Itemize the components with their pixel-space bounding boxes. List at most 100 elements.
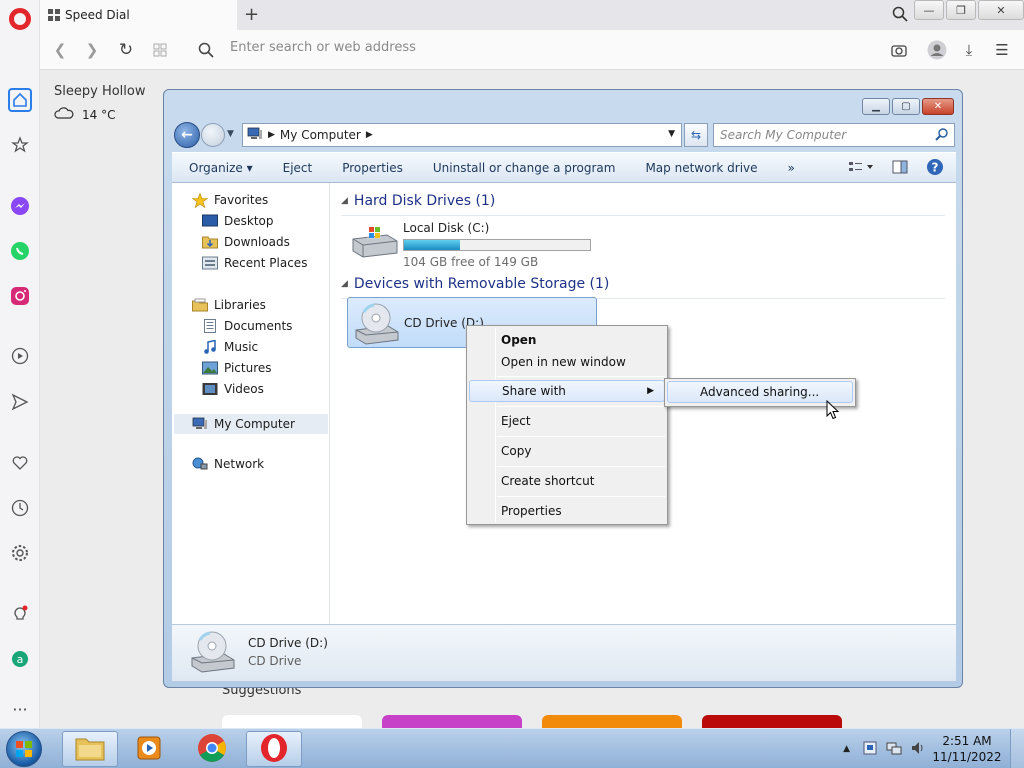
snapshot-camera-icon[interactable] [889,40,909,60]
browser-minimize-button[interactable]: — [914,0,944,20]
menu-eject[interactable]: Eject [469,410,665,432]
suggestion-tile[interactable] [382,715,522,728]
breadcrumb-my-computer[interactable]: My Computer [280,128,361,142]
address-bar: ❮ ❯ ↻ Enter search or web address ⤓ ☰ [40,30,1024,70]
breadcrumb-arrow-icon[interactable]: ▶ [366,130,373,140]
volume-icon[interactable] [910,740,926,759]
svg-text:?: ? [932,161,939,175]
path-breadcrumb[interactable]: ▶ My Computer ▶ ▼ [242,123,682,147]
help-icon[interactable]: ? [926,158,944,179]
address-input[interactable]: Enter search or web address [230,40,416,55]
nav-videos[interactable]: Videos [202,382,264,396]
taskbar-explorer[interactable] [62,731,118,767]
explorer-search-input[interactable]: Search My Computer [713,123,955,147]
uninstall-program-button[interactable]: Uninstall or change a program [433,161,616,175]
cd-drive-large-icon [186,630,238,677]
mouse-cursor-icon [826,399,840,423]
change-view-icon[interactable] [848,160,874,177]
opera-logo-icon[interactable] [9,8,31,30]
action-center-flag-icon[interactable] [862,740,878,759]
reload-icon[interactable]: ↻ [116,40,136,60]
nav-recent-places[interactable]: Recent Places [202,256,307,270]
nav-desktop[interactable]: Desktop [202,214,274,228]
nav-music[interactable]: Music [202,339,258,354]
show-hidden-icons-button[interactable]: ▲ [843,744,850,754]
taskbar-chrome[interactable] [184,731,240,767]
star-icon [191,192,209,209]
back-icon[interactable]: ❮ [50,40,70,60]
new-tab-button[interactable]: + [244,4,259,25]
profile-avatar-icon[interactable] [927,40,947,60]
menu-properties[interactable]: Properties [469,500,665,522]
tips-lightbulb-icon[interactable] [9,603,31,625]
nav-favorites[interactable]: Favorites [191,192,268,209]
nav-my-computer[interactable]: My Computer [174,414,328,434]
home-icon[interactable] [8,88,32,112]
heart-icon[interactable] [9,452,31,474]
properties-button[interactable]: Properties [342,161,403,175]
nav-documents[interactable]: Documents [202,319,292,333]
taskbar-clock[interactable]: 2:51 AM 11/11/2022 [932,733,1002,765]
path-dropdown-icon[interactable]: ▼ [668,129,675,139]
menu-open[interactable]: Open [469,329,665,351]
tab-search-icon[interactable] [892,6,908,25]
refresh-button[interactable]: ⇆ [684,123,708,147]
clock-date: 11/11/2022 [932,750,1002,764]
nav-libraries[interactable]: Libraries [192,298,266,312]
more-icon[interactable]: ··· [9,698,31,720]
browser-restore-button[interactable]: ❐ [946,0,976,20]
show-desktop-button[interactable] [1010,729,1024,768]
recent-pages-dropdown-icon[interactable]: ▼ [227,129,234,139]
downloads-icon[interactable]: ⤓ [959,40,979,60]
settings-icon[interactable] [9,542,31,564]
taskbar: ▲ 2:51 AM 11/11/2022 [0,728,1024,768]
nav-downloads[interactable]: Downloads [202,235,290,249]
explorer-forward-button[interactable] [201,123,225,147]
more-commands-button[interactable]: » [788,161,795,175]
explorer-minimize-button[interactable]: ▁ [862,98,890,115]
recent-places-icon [202,256,218,270]
organize-button[interactable]: Organize ▾ [189,161,253,175]
tab-speed-dial[interactable]: Speed Dial [40,0,237,30]
menu-copy[interactable]: Copy [469,440,665,462]
network-tray-icon[interactable] [886,740,902,759]
history-icon[interactable] [9,497,31,519]
explorer-maximize-button[interactable]: ▢ [892,98,920,115]
nav-pictures[interactable]: Pictures [202,361,272,375]
breadcrumb-arrow-icon: ▶ [268,130,275,140]
suggestion-tile[interactable] [222,715,362,728]
computer-icon [247,127,263,144]
group-removable-storage[interactable]: ◢ Devices with Removable Storage (1) [341,276,945,299]
forward-icon[interactable]: ❯ [82,40,102,60]
browser-close-button[interactable]: ✕ [978,0,1024,20]
tabs-grid-icon[interactable] [150,40,170,60]
explorer-close-button[interactable]: ✕ [922,98,954,115]
weather-city: Sleepy Hollow [54,84,146,99]
nav-network[interactable]: Network [192,457,264,471]
player-icon[interactable] [9,345,31,367]
preview-pane-icon[interactable] [892,160,908,177]
hard-disk-icon [349,225,399,262]
explorer-back-button[interactable]: ← [174,122,200,148]
taskbar-opera[interactable] [246,731,302,767]
menu-open-new-window[interactable]: Open in new window [469,351,665,373]
start-button[interactable] [6,731,42,767]
suggestion-tile[interactable] [542,715,682,728]
whatsapp-icon[interactable] [9,240,31,262]
send-icon[interactable] [9,391,31,413]
instagram-icon[interactable] [9,285,31,307]
easy-setup-icon[interactable]: ☰ [992,40,1012,60]
weather-widget: Sleepy Hollow 14 °C [54,84,145,122]
search-icon [935,127,949,144]
suggestion-tile[interactable] [702,715,842,728]
drive-local-disk-c[interactable]: Local Disk (C:) 104 GB free of 149 GB [349,221,599,273]
map-network-drive-button[interactable]: Map network drive [645,161,757,175]
group-hard-disk-drives[interactable]: ◢ Hard Disk Drives (1) [341,193,945,216]
pinboard-icon[interactable] [9,134,31,156]
eject-button[interactable]: Eject [283,161,313,175]
taskbar-media-player[interactable] [122,731,178,767]
menu-create-shortcut[interactable]: Create shortcut [469,470,665,492]
aria-icon[interactable]: a [9,648,31,670]
messenger-icon[interactable] [9,195,31,217]
menu-share-with[interactable]: Share with ▶ [469,380,665,402]
